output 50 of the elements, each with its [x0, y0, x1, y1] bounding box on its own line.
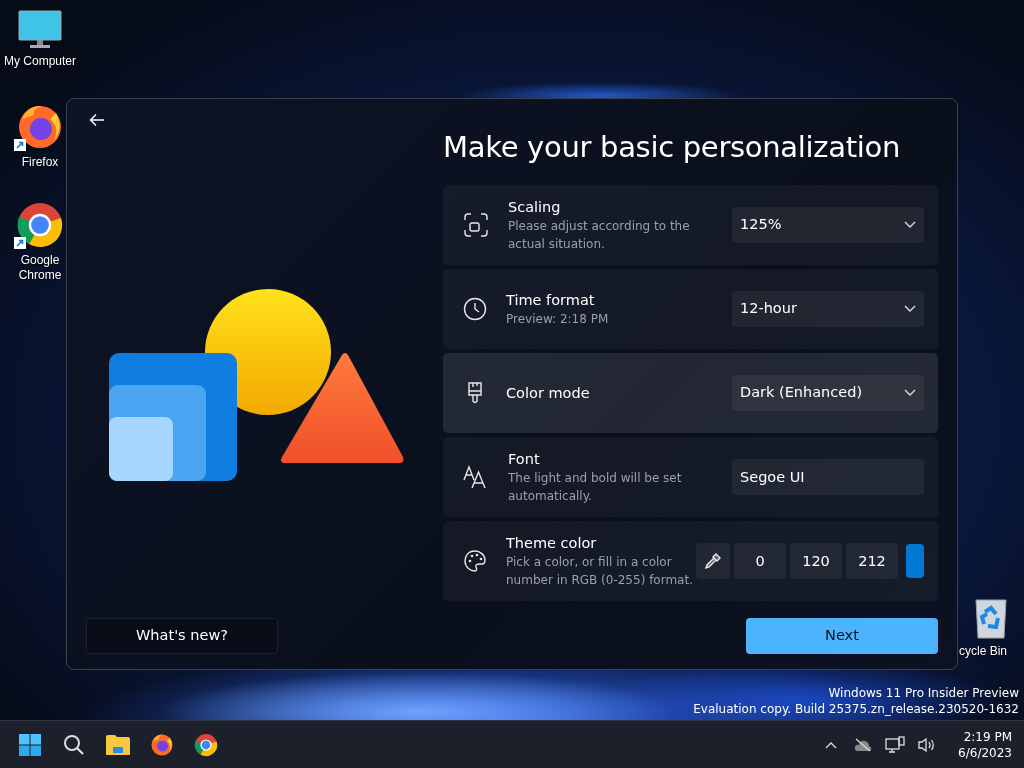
volume-icon: [918, 736, 937, 753]
desktop-icon-label[interactable]: Firefox: [21, 155, 59, 170]
firefox-icon: [150, 732, 174, 757]
cloud-off-icon: [854, 737, 873, 752]
eyedropper-icon: [704, 552, 722, 570]
dialog-title: Make your basic personalization: [443, 129, 902, 166]
chrome-icon: [16, 201, 64, 249]
clock-time: 2:19 PM: [962, 728, 1012, 745]
network-icon: [885, 735, 906, 754]
clock-button[interactable]: 2:19 PM 6/6/2023: [944, 728, 1024, 761]
watermark-text: Evaluation copy. Build 25375.zn_release.230520-1632: [693, 701, 1019, 717]
watermark-text: Windows 11 Pro Insider Preview: [827, 685, 1019, 701]
setting-description: Pick a color, or fill in a color number in RGB (0-255) format.: [506, 553, 694, 589]
chevron-down-icon: [904, 221, 916, 229]
palette-icon: [463, 549, 487, 573]
chevron-down-icon: [904, 389, 916, 397]
next-button[interactable]: Next: [746, 618, 938, 654]
chevron-up-icon: [825, 740, 838, 749]
eyedropper-button[interactable]: [696, 543, 730, 579]
desktop-icon-label[interactable]: cycle Bin: [959, 644, 1008, 659]
whats-new-button[interactable]: What's new?: [86, 618, 278, 654]
dropdown[interactable]: Dark (Enhanced): [732, 375, 924, 411]
clock-icon: [463, 297, 487, 321]
font-size-icon: [463, 464, 489, 490]
dropdown-value: Dark (Enhanced): [740, 383, 863, 403]
computer-icon: [18, 10, 62, 50]
recycle-bin-icon: [974, 598, 1008, 640]
back-arrow-icon: [89, 113, 105, 127]
dropdown[interactable]: 125%: [732, 207, 924, 243]
chrome-icon: [194, 732, 218, 757]
search-icon: [63, 733, 85, 756]
folder-icon: [105, 733, 131, 756]
windows-start-icon: [19, 733, 41, 756]
scaling-icon: [463, 212, 489, 238]
setting-title: Scaling: [508, 197, 562, 217]
dropdown-value: 125%: [740, 215, 782, 235]
setting-description: Preview: 2:18 PM: [506, 310, 610, 328]
setting-title: Color mode: [506, 383, 591, 403]
dropdown[interactable]: 12-hour: [732, 291, 924, 327]
desktop-icon-label[interactable]: My Computer: [4, 54, 76, 69]
color-swatch[interactable]: [906, 544, 924, 578]
setting-description: The light and bold will be set automatically.: [508, 469, 683, 505]
firefox-icon: [16, 103, 64, 151]
setting-description: Please adjust according to the actual situation.: [508, 217, 691, 253]
setting-title: Theme color: [506, 533, 598, 553]
setting-title: Time format: [506, 290, 596, 310]
dropdown-value: 12-hour: [740, 299, 797, 319]
setting-title: Font: [508, 449, 541, 469]
clock-date: 6/6/2023: [958, 744, 1012, 761]
chevron-down-icon: [904, 305, 916, 313]
